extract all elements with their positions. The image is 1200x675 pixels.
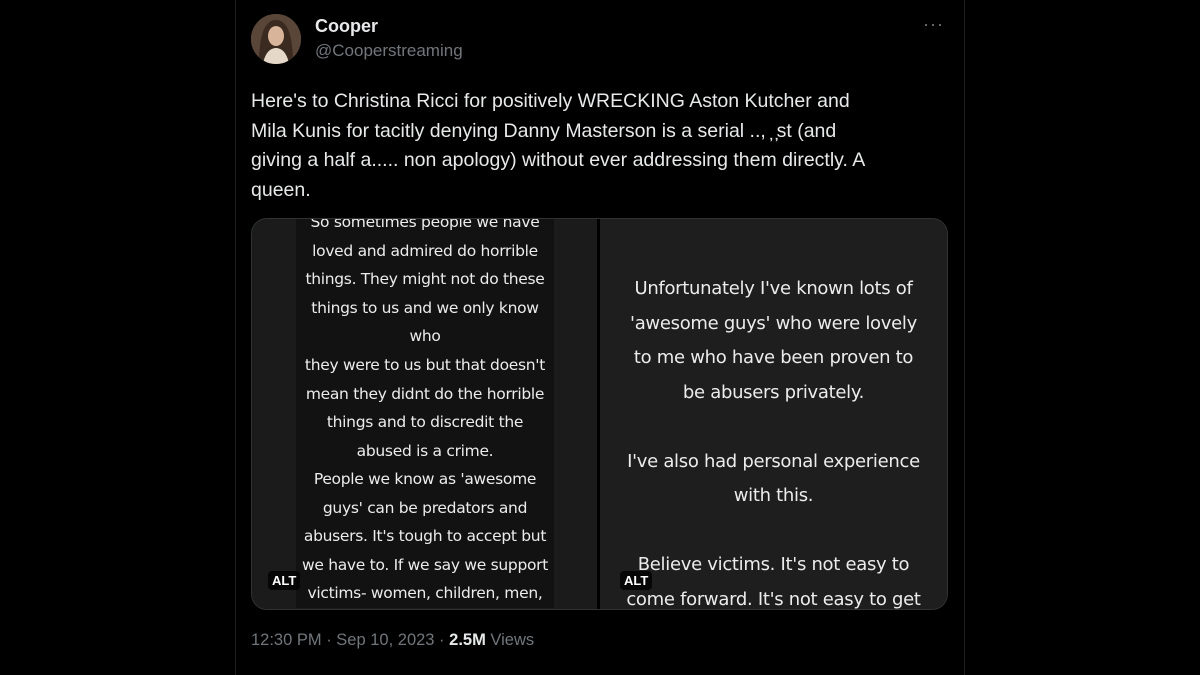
views-count[interactable]: 2.5M bbox=[449, 631, 486, 649]
media-grid: So sometimes people we have loved and ad… bbox=[251, 218, 948, 610]
tweet-date[interactable]: Sep 10, 2023 bbox=[336, 631, 434, 649]
media-image-right[interactable]: Unfortunately I've known lots of 'awesom… bbox=[600, 219, 947, 609]
column-divider-left bbox=[235, 0, 236, 675]
story-text-right: Unfortunately I've known lots of 'awesom… bbox=[626, 278, 921, 609]
handle[interactable]: @Cooperstreaming bbox=[315, 41, 463, 61]
media-image-left[interactable]: So sometimes people we have loved and ad… bbox=[252, 219, 597, 609]
display-name[interactable]: Cooper bbox=[315, 16, 378, 37]
alt-badge-left[interactable]: ALT bbox=[268, 571, 301, 590]
story-text-block-1: So sometimes people we have loved and ad… bbox=[296, 219, 554, 466]
views-label: Views bbox=[485, 631, 535, 649]
column-divider-right bbox=[964, 0, 965, 675]
tweet-text: Here's to Christina Ricci for positively… bbox=[251, 90, 866, 201]
alt-badge-right[interactable]: ALT bbox=[620, 571, 653, 590]
avatar[interactable] bbox=[251, 14, 301, 64]
meta-separator: · bbox=[434, 631, 450, 649]
tweet-time[interactable]: 12:30 PM bbox=[251, 631, 322, 649]
meta-separator: · bbox=[321, 631, 337, 649]
tweet-meta: 12:30 PM · Sep 10, 2023 · 2.5M Views bbox=[251, 631, 534, 650]
more-options-icon[interactable]: ··· bbox=[923, 14, 944, 35]
story-text-block-2: People we know as 'awesome guys' can be … bbox=[296, 465, 554, 608]
avatar-image bbox=[251, 14, 301, 64]
